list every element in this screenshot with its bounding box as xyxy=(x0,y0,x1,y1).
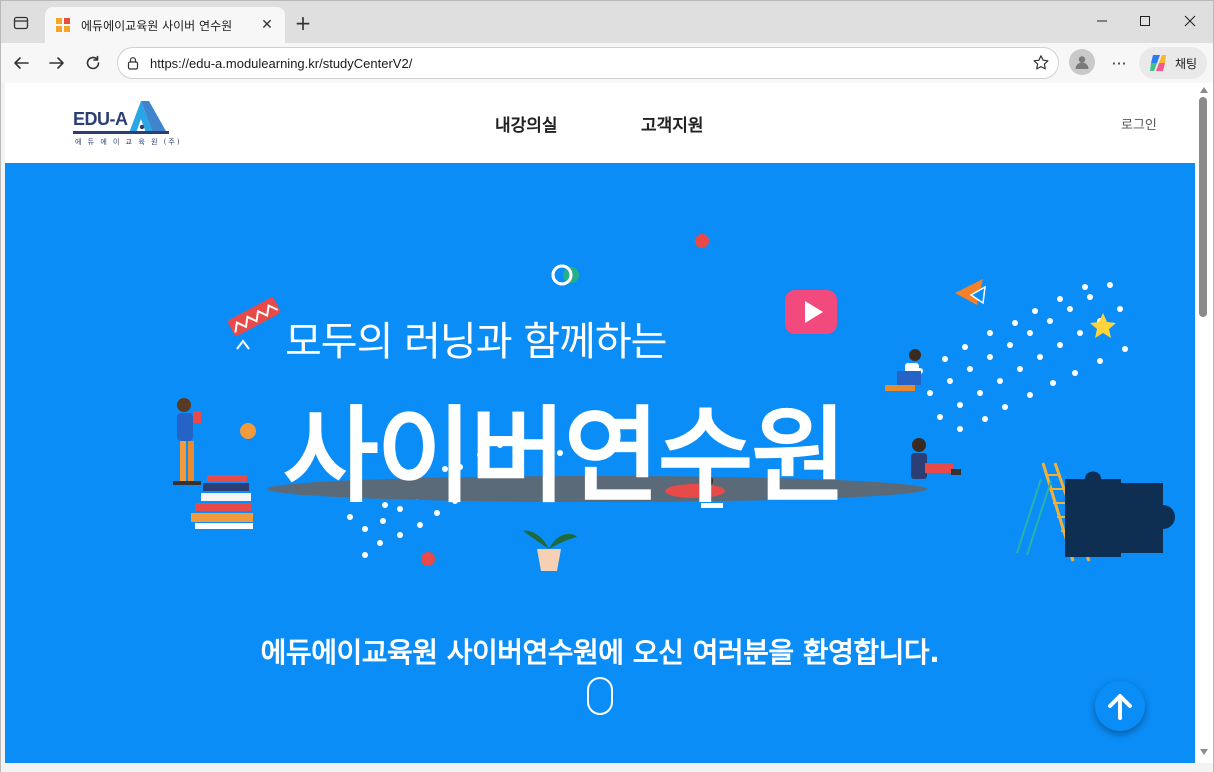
copilot-icon xyxy=(1150,55,1166,71)
scroll-up-icon[interactable] xyxy=(1200,87,1208,93)
tab-actions-icon[interactable] xyxy=(9,11,33,35)
hero-title: 사이버연수원 xyxy=(283,395,847,517)
logo-text: EDU-A xyxy=(73,109,128,129)
scroll-to-top-button[interactable] xyxy=(1095,681,1145,731)
profile-icon[interactable] xyxy=(1069,49,1095,75)
window-bottom-edge xyxy=(1,763,1213,772)
browser-window: 에듀에이교육원 사이버 연수원 ✕ + https://edu-a.module… xyxy=(0,0,1214,772)
close-icon[interactable] xyxy=(1167,5,1213,37)
login-link[interactable]: 로그인 xyxy=(1121,114,1157,133)
lock-icon[interactable] xyxy=(126,56,140,70)
star-icon[interactable] xyxy=(1032,54,1050,72)
page-scrollbar[interactable] xyxy=(1195,83,1213,763)
site-header: EDU-A 에 듀 에 이 교 육 원 (주) 내강의실 고객지원 로그인 xyxy=(5,83,1195,163)
nav-item-customer-support[interactable]: 고객지원 xyxy=(641,111,704,136)
page-viewport: EDU-A 에 듀 에 이 교 육 원 (주) 내강의실 고객지원 로그인 모두… xyxy=(5,83,1195,763)
maximize-icon[interactable] xyxy=(1122,5,1168,37)
scroll-indicator[interactable] xyxy=(587,677,613,715)
hero-banner: 모두의 러닝과 함께하는 사이버연수원 에듀에이교육원 사이버연수원에 오신 여… xyxy=(5,163,1195,763)
address-bar[interactable]: https://edu-a.modulearning.kr/studyCente… xyxy=(117,47,1059,79)
scrollbar-thumb[interactable] xyxy=(1199,97,1207,317)
edu-a-favicon xyxy=(56,18,70,32)
browser-tab[interactable]: 에듀에이교육원 사이버 연수원 ✕ xyxy=(45,7,285,43)
hero-welcome-text: 에듀에이교육원 사이버연수원에 오신 여러분을 환영합니다. xyxy=(260,636,940,669)
minimize-icon[interactable] xyxy=(1079,5,1125,37)
arrow-up-icon xyxy=(1108,694,1132,720)
tab-title: 에듀에이교육원 사이버 연수원 xyxy=(81,18,233,33)
nav-item-lecture-room[interactable]: 내강의실 xyxy=(495,111,558,136)
copilot-button[interactable]: 채팅 xyxy=(1139,47,1207,79)
plus-icon[interactable]: + xyxy=(291,11,315,35)
tab-strip: 에듀에이교육원 사이버 연수원 ✕ + xyxy=(1,1,1213,43)
scroll-down-icon[interactable] xyxy=(1200,749,1208,755)
logo-subtext: 에 듀 에 이 교 육 원 (주) xyxy=(75,138,182,146)
site-logo[interactable]: EDU-A 에 듀 에 이 교 육 원 (주) xyxy=(71,95,180,151)
back-arrow-icon[interactable] xyxy=(7,49,35,77)
reload-icon[interactable] xyxy=(79,49,107,77)
copilot-label: 채팅 xyxy=(1175,56,1198,71)
browser-toolbar: https://edu-a.modulearning.kr/studyCente… xyxy=(1,43,1213,83)
close-icon[interactable]: ✕ xyxy=(255,13,279,37)
more-icon[interactable]: ··· xyxy=(1105,49,1133,77)
url-text[interactable]: https://edu-a.modulearning.kr/studyCente… xyxy=(150,56,412,71)
hero-subtitle: 모두의 러닝과 함께하는 xyxy=(285,319,667,365)
forward-arrow-icon[interactable] xyxy=(43,49,71,77)
logo-underline xyxy=(73,131,169,134)
